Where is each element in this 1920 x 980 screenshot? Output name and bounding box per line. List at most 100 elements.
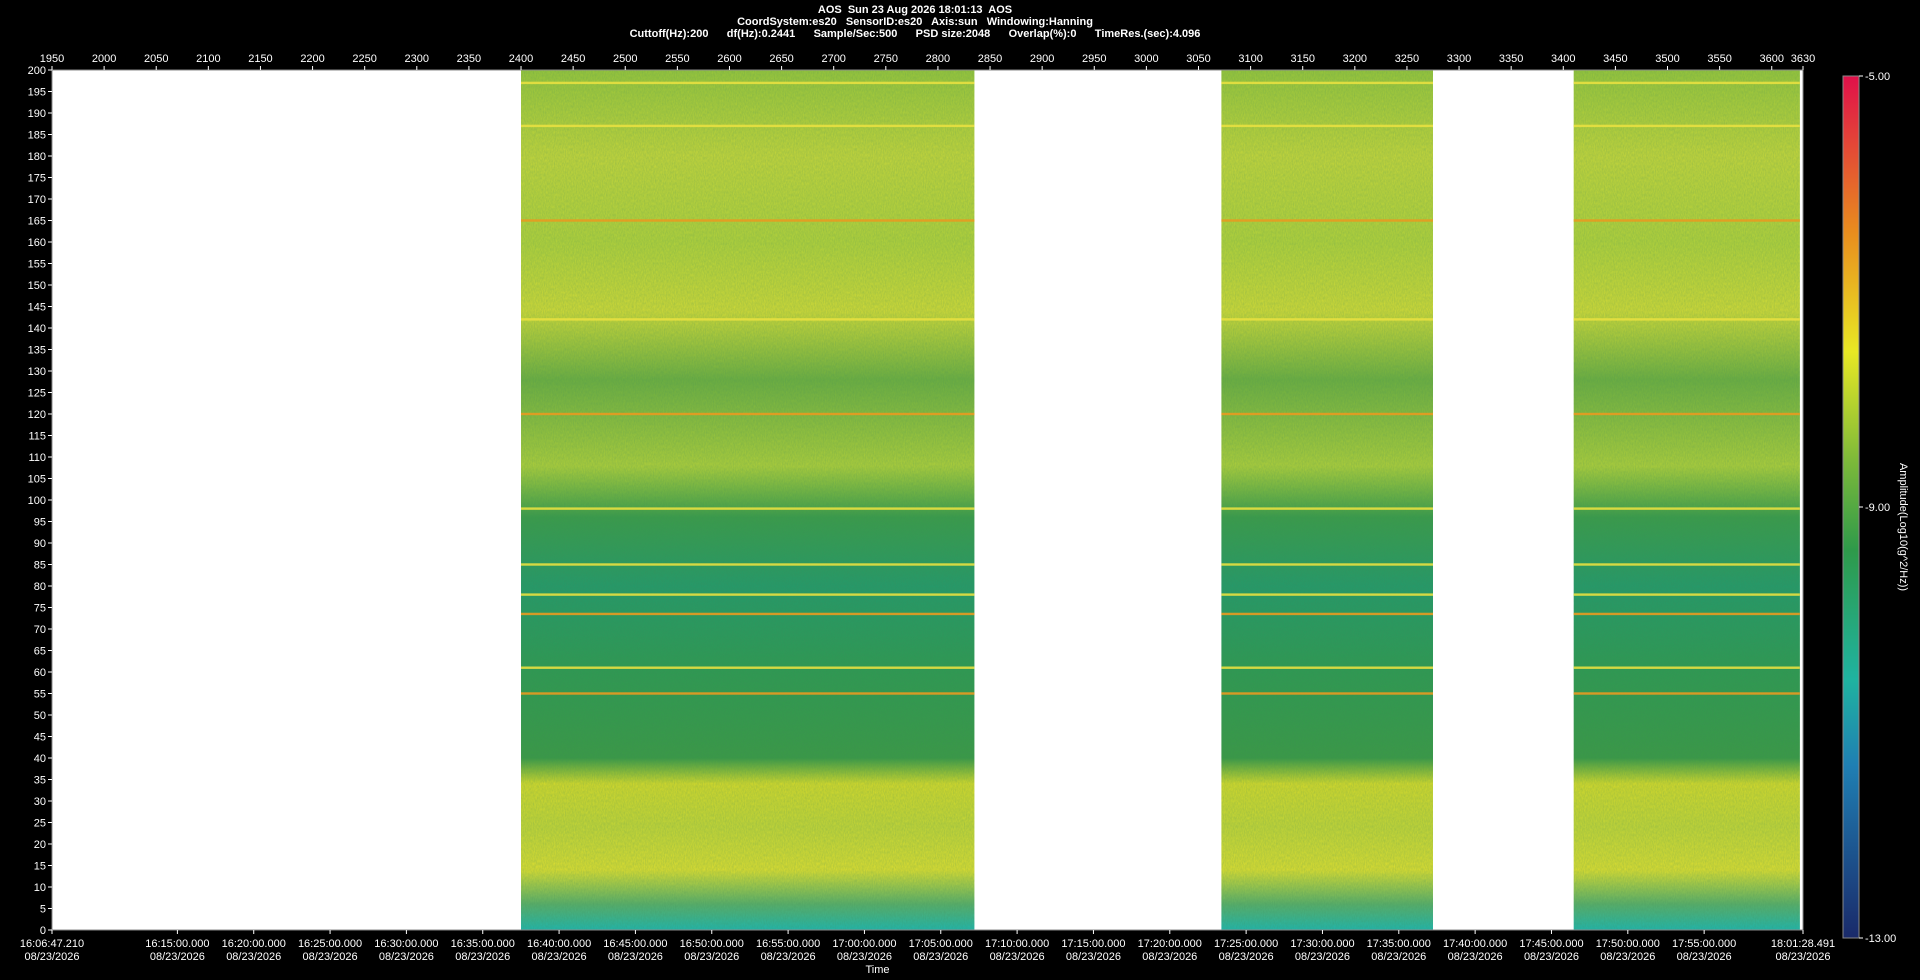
spectral-line-142 <box>521 318 975 321</box>
x-tick-time: 16:30:00.000 <box>374 938 438 950</box>
y-tick-label: 15 <box>34 861 46 873</box>
spectral-line-142 <box>1221 318 1433 321</box>
x-tick-time: 17:10:00.000 <box>985 938 1049 950</box>
y-tick-label: 10 <box>34 882 46 894</box>
y-tick-label: 120 <box>28 409 46 421</box>
x-tick-time: 17:15:00.000 <box>1061 938 1125 950</box>
y-tick-label: 195 <box>28 87 46 99</box>
spectral-line-98 <box>1221 507 1433 510</box>
top-tick-label: 2500 <box>613 53 637 65</box>
spectral-line-165 <box>521 219 975 222</box>
y-tick-label: 55 <box>34 689 46 701</box>
spectral-line-61 <box>1573 666 1800 669</box>
data-segment-texture-3 <box>1573 70 1800 930</box>
y-tick-label: 95 <box>34 517 46 529</box>
x-tick-time: 16:50:00.000 <box>680 938 744 950</box>
y-tick-label: 40 <box>34 753 46 765</box>
y-tick-label: 180 <box>28 151 46 163</box>
spectral-line-120 <box>521 412 975 416</box>
y-tick-label: 35 <box>34 775 46 787</box>
spectral-line-55 <box>1221 692 1433 695</box>
x-tick-time: 17:45:00.000 <box>1519 938 1583 950</box>
top-tick-label: 2350 <box>457 53 481 65</box>
spectral-line-73-5 <box>521 612 975 616</box>
top-tick-label: 2000 <box>92 53 116 65</box>
colorbar-tick-label: -9.00 <box>1865 502 1890 514</box>
colorbar-tick-label: -5.00 <box>1865 71 1890 83</box>
x-tick-time: 17:30:00.000 <box>1290 938 1354 950</box>
x-tick-time: 17:20:00.000 <box>1138 938 1202 950</box>
y-tick-label: 175 <box>28 173 46 185</box>
top-tick-label: 2250 <box>352 53 376 65</box>
x-tick-date: 08/23/2026 <box>150 951 205 963</box>
x-tick-date: 08/23/2026 <box>1142 951 1197 963</box>
y-tick-label: 75 <box>34 603 46 615</box>
top-tick-label: 2900 <box>1030 53 1054 65</box>
y-tick-label: 70 <box>34 624 46 636</box>
x-tick-time: 17:55:00.000 <box>1672 938 1736 950</box>
spectral-line-197 <box>1221 81 1433 85</box>
top-tick-label: 3600 <box>1759 53 1783 65</box>
top-tick-label: 3350 <box>1499 53 1523 65</box>
top-tick-label: 3150 <box>1290 53 1314 65</box>
spectral-line-165 <box>1573 219 1800 222</box>
top-tick-label: 1950 <box>40 53 64 65</box>
spectral-line-73-5 <box>1221 612 1433 616</box>
y-tick-label: 50 <box>34 710 46 722</box>
y-tick-label: 65 <box>34 646 46 658</box>
y-tick-label: 30 <box>34 796 46 808</box>
x-tick-date: 08/23/2026 <box>532 951 587 963</box>
y-tick-label: 155 <box>28 259 46 271</box>
y-tick-label: 135 <box>28 345 46 357</box>
spectral-line-197 <box>521 81 975 85</box>
top-tick-label: 2050 <box>144 53 168 65</box>
y-tick-label: 130 <box>28 366 46 378</box>
top-tick-label: 2650 <box>769 53 793 65</box>
spectral-line-78 <box>1573 593 1800 596</box>
top-tick-label: 2300 <box>405 53 429 65</box>
x-tick-date: 08/23/2026 <box>226 951 281 963</box>
top-tick-label: 2150 <box>248 53 272 65</box>
x-tick-time: 18:01:28.491 <box>1771 938 1835 950</box>
x-tick-date: 08/23/2026 <box>608 951 663 963</box>
top-tick-label: 3400 <box>1551 53 1575 65</box>
y-tick-label: 165 <box>28 216 46 228</box>
x-tick-date: 08/23/2026 <box>1219 951 1274 963</box>
spectral-line-78 <box>1221 593 1433 596</box>
spectral-line-197 <box>1573 81 1800 85</box>
spectral-line-165 <box>1221 219 1433 222</box>
y-tick-label: 45 <box>34 732 46 744</box>
x-tick-time: 16:45:00.000 <box>603 938 667 950</box>
x-tick-date: 08/23/2026 <box>1371 951 1426 963</box>
x-tick-date: 08/23/2026 <box>1677 951 1732 963</box>
spectral-line-55 <box>1573 692 1800 695</box>
colorbar-label: Amplitude(Log10(g^2/Hz)) <box>1897 463 1909 591</box>
x-tick-date: 08/23/2026 <box>761 951 816 963</box>
spectral-line-120 <box>1573 412 1800 416</box>
y-tick-label: 160 <box>28 237 46 249</box>
x-tick-time: 17:35:00.000 <box>1367 938 1431 950</box>
top-tick-label: 3500 <box>1655 53 1679 65</box>
spectral-line-187 <box>521 124 975 128</box>
y-tick-label: 125 <box>28 388 46 400</box>
top-tick-label: 2600 <box>717 53 741 65</box>
spectral-line-120 <box>1221 412 1433 416</box>
spectrogram-chart[interactable]: 0 5 10 15 20 25 30 35 40 45 50 55 60 65 70 75 80 85 90 95 10… <box>0 0 1920 980</box>
top-tick-label: 2700 <box>821 53 845 65</box>
y-tick-label: 60 <box>34 667 46 679</box>
x-tick-date: 08/23/2026 <box>1448 951 1503 963</box>
top-tick-label: 3200 <box>1343 53 1367 65</box>
spectral-line-98 <box>521 507 975 510</box>
spectral-line-61 <box>521 666 975 669</box>
y-tick-label: 85 <box>34 560 46 572</box>
spectral-line-98 <box>1573 507 1800 510</box>
x-tick-time: 16:25:00.000 <box>298 938 362 950</box>
spectral-line-85 <box>1221 563 1433 566</box>
x-tick-time: 17:00:00.000 <box>832 938 896 950</box>
top-tick-label: 2800 <box>926 53 950 65</box>
y-tick-label: 150 <box>28 280 46 292</box>
x-tick-date: 08/23/2026 <box>379 951 434 963</box>
x-tick-date: 08/23/2026 <box>303 951 358 963</box>
y-tick-label: 80 <box>34 581 46 593</box>
x-tick-date: 08/23/2026 <box>684 951 739 963</box>
